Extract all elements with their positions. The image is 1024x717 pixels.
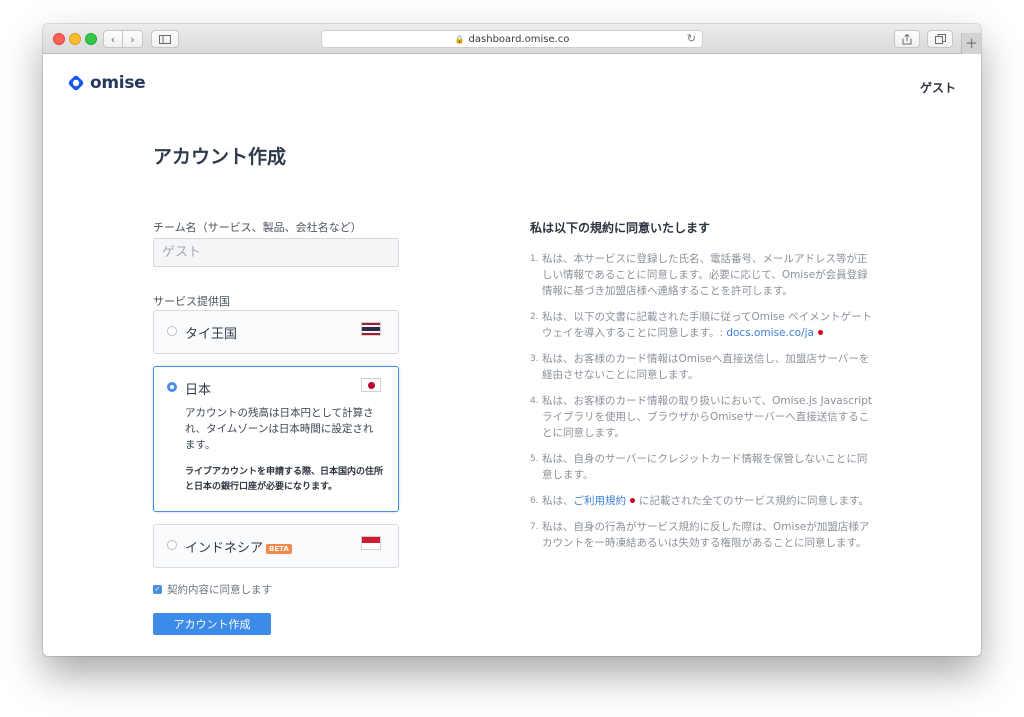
terms-item: 7. 私は、自身の行為がサービス規約に反した際は、Omiseが加盟店様アカウントを… xyxy=(530,521,870,549)
country-name-japan: 日本 xyxy=(185,383,212,398)
country-option-indonesia[interactable]: インドネシア BETA xyxy=(153,524,399,568)
back-button[interactable]: ‹ xyxy=(103,30,123,48)
japan-description: アカウントの残高は日本円として計算され、タイムゾーンは日本時間に設定されます。 xyxy=(185,407,374,451)
country-name-indonesia-wrap: インドネシア BETA xyxy=(185,537,292,556)
terms-title: 私は以下の規約に同意いたします xyxy=(530,221,711,235)
share-button[interactable] xyxy=(894,30,920,48)
minimize-window-button[interactable] xyxy=(69,33,81,45)
country-option-japan[interactable]: 日本 アカウントの残高は日本円として計算され、タイムゾーンは日本時間に設定されま… xyxy=(153,366,399,512)
logo-text: omise xyxy=(90,73,146,93)
country-label: サービス提供国 xyxy=(153,295,230,308)
terms-of-use-link[interactable]: ご利用規約 xyxy=(574,495,627,507)
page-content: omise ゲスト アカウント作成 チーム名（サービス、製品、会社名など） サー… xyxy=(43,55,981,656)
country-name-thailand: タイ王国 xyxy=(185,327,238,342)
external-link-dot-icon xyxy=(630,498,635,503)
thailand-flag-icon xyxy=(361,322,381,336)
address-url: dashboard.omise.co xyxy=(468,33,570,45)
guest-user-menu[interactable]: ゲスト xyxy=(920,79,956,96)
close-window-button[interactable] xyxy=(53,33,65,45)
terms-item: 6. 私は、ご利用規約 に記載された全てのサービス規約に同意します。 xyxy=(530,495,869,507)
tabs-icon xyxy=(934,34,946,44)
terms-list: 1. 私は、本サービスに登録した氏名、電話番号、メールアドレス等が正しい情報である… xyxy=(530,251,875,561)
chevron-left-icon: ‹ xyxy=(110,32,116,46)
share-icon xyxy=(902,33,912,44)
radio-thailand[interactable] xyxy=(167,326,177,336)
show-tabs-button[interactable] xyxy=(927,30,953,48)
radio-indonesia[interactable] xyxy=(167,540,177,550)
docs-link[interactable]: docs.omise.co/ja xyxy=(726,327,814,339)
chevron-right-icon: › xyxy=(130,32,135,46)
japan-flag-icon xyxy=(361,378,381,392)
japan-note: ライブアカウントを申請する際、日本国内の住所と日本の銀行口座が必要になります。 xyxy=(185,467,384,492)
country-option-thailand[interactable]: タイ王国 xyxy=(153,310,399,354)
terms-item: 3. 私は、お客様のカード情報はOmiseへ直接送信し、加盟店サーバーを経由させな… xyxy=(530,353,870,381)
lock-icon: 🔒 xyxy=(454,34,465,44)
address-bar[interactable]: 🔒 dashboard.omise.co ↻ xyxy=(321,30,703,48)
create-account-button[interactable]: アカウント作成 xyxy=(153,613,271,635)
page-title: アカウント作成 xyxy=(153,146,287,168)
agree-terms-row[interactable]: ✓ 契約内容に同意します xyxy=(153,582,272,597)
radio-japan[interactable] xyxy=(167,382,177,392)
zoom-window-button[interactable] xyxy=(85,33,97,45)
agree-label: 契約内容に同意します xyxy=(167,584,272,596)
omise-logo[interactable]: omise xyxy=(67,73,146,93)
terms-item: 2. 私は、以下の文書に記載された手順に従ってOmise ペイメントゲートウェイを… xyxy=(530,311,873,339)
external-link-dot-icon xyxy=(817,330,823,335)
terms-item: 1. 私は、本サービスに登録した氏名、電話番号、メールアドレス等が正しい情報である… xyxy=(530,253,868,297)
browser-window: ‹ › 🔒 dashboard.omise.co ↻ + omise ゲスト ア… xyxy=(43,24,981,656)
sidebar-toggle-button[interactable] xyxy=(151,30,179,48)
agree-checkbox[interactable]: ✓ xyxy=(153,585,162,594)
indonesia-flag-icon xyxy=(361,536,381,550)
browser-toolbar: ‹ › 🔒 dashboard.omise.co ↻ + xyxy=(43,24,981,54)
sidebar-icon xyxy=(159,34,171,44)
team-name-input[interactable] xyxy=(153,238,399,267)
beta-badge: BETA xyxy=(266,543,292,554)
team-name-label: チーム名（サービス、製品、会社名など） xyxy=(153,221,362,234)
new-tab-button[interactable]: + xyxy=(961,33,981,54)
forward-button[interactable]: › xyxy=(123,30,143,48)
terms-item: 5. 私は、自身のサーバーにクレジットカード情報を保管しないことに同意します。 xyxy=(530,453,868,481)
omise-logo-icon xyxy=(68,75,84,91)
country-name-indonesia: インドネシア xyxy=(185,541,264,556)
terms-item: 4. 私は、お客様のカード情報の取り扱いにおいて、Omise.js Javascr… xyxy=(530,395,873,439)
reload-icon[interactable]: ↻ xyxy=(687,32,696,45)
